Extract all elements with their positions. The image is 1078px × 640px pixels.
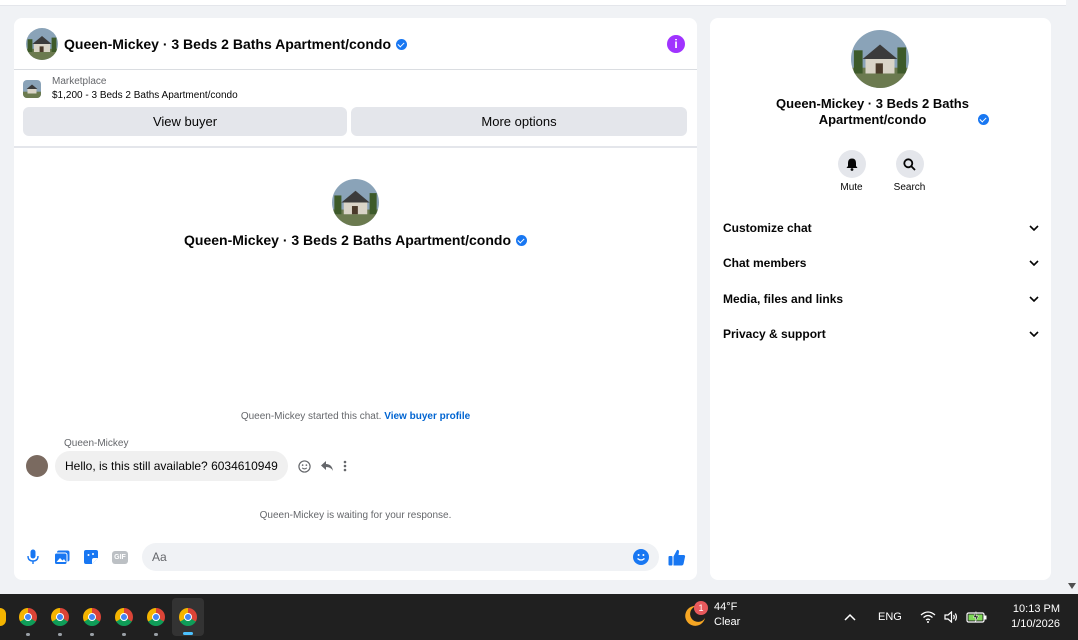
more-vertical-icon[interactable] — [343, 460, 347, 472]
chat-started-notice: Queen-Mickey started this chat. View buy… — [240, 411, 471, 422]
conversation-avatar[interactable] — [26, 27, 58, 60]
chrome-taskbar-icon[interactable] — [140, 594, 172, 640]
weather-desc: Clear — [714, 616, 741, 628]
thread-intro: Queen-Mickey · 3 Beds 2 Baths Apartment/… — [14, 179, 697, 248]
taskbar: 1 44°F Clear ENG 10:13 PM 1/10/2026 — [0, 594, 1078, 640]
listing-thumbnail[interactable] — [23, 79, 41, 98]
message-input[interactable] — [152, 550, 633, 564]
taskbar-apps — [0, 594, 204, 640]
details-title: Queen-Mickey · 3 Beds 2 Baths Apartment/… — [710, 96, 1051, 128]
wifi-icon[interactable] — [920, 611, 936, 623]
chevron-down-icon — [1029, 260, 1039, 267]
chrome-taskbar-icon-active[interactable] — [172, 598, 204, 636]
thumbs-up-icon[interactable] — [667, 547, 687, 567]
sender-avatar[interactable] — [26, 455, 48, 477]
view-buyer-button[interactable]: View buyer — [23, 107, 347, 136]
react-emoji-icon[interactable] — [298, 459, 311, 473]
chevron-down-icon — [1029, 225, 1039, 231]
sticker-icon[interactable] — [82, 548, 100, 566]
message-bubble[interactable]: Hello, is this still available? 60346109… — [55, 451, 288, 481]
menu-media-files-links[interactable]: Media, files and links — [710, 281, 1051, 317]
notification-badge: 1 — [694, 601, 708, 615]
partial-app-icon[interactable] — [0, 594, 12, 640]
verified-badge-icon — [396, 38, 407, 50]
chrome-taskbar-icon[interactable] — [44, 594, 76, 640]
house-photo-icon — [332, 179, 379, 226]
view-buyer-profile-link[interactable]: View buyer profile — [384, 411, 470, 422]
intro-title: Queen-Mickey · 3 Beds 2 Baths Apartment/… — [14, 232, 697, 248]
reply-icon[interactable] — [320, 460, 334, 472]
gif-icon[interactable]: GIF — [111, 548, 129, 566]
weather-temp: 44°F — [714, 601, 738, 613]
chevron-down-icon — [1029, 331, 1039, 338]
chrome-taskbar-icon[interactable] — [108, 594, 140, 640]
chat-header: Queen-Mickey · 3 Beds 2 Baths Apartment/… — [14, 18, 697, 70]
chrome-taskbar-icon[interactable] — [12, 594, 44, 640]
info-icon[interactable]: i — [667, 34, 685, 53]
system-tray: ENG — [844, 594, 988, 640]
composer: GIF — [14, 542, 697, 572]
conversation-title: Queen-Mickey · 3 Beds 2 Baths Apartment/… — [64, 36, 407, 52]
marketplace-label: Marketplace — [52, 76, 107, 87]
message-thread: Queen-Mickey · 3 Beds 2 Baths Apartment/… — [14, 148, 697, 528]
menu-chat-members[interactable]: Chat members — [710, 246, 1051, 282]
waiting-notice: Queen-Mickey is waiting for your respons… — [259, 510, 452, 521]
verified-badge-icon — [977, 114, 989, 125]
sender-name: Queen-Mickey — [64, 438, 129, 449]
details-menu: Customize chat Chat members Media, files… — [710, 210, 1051, 352]
chat-details-panel: Queen-Mickey · 3 Beds 2 Baths Apartment/… — [710, 18, 1051, 580]
house-photo-icon — [23, 79, 41, 98]
verified-badge-icon — [516, 235, 527, 246]
search-label: Search — [893, 182, 926, 193]
marketplace-banner: Marketplace $1,200 - 3 Beds 2 Baths Apar… — [14, 70, 697, 148]
details-actions: Mute Search — [710, 150, 1051, 193]
details-avatar[interactable] — [851, 30, 909, 88]
scroll-down-arrow-icon[interactable] — [1066, 580, 1078, 592]
chevron-up-icon[interactable] — [844, 613, 856, 621]
clock-date: 1/10/2026 — [1011, 618, 1060, 630]
clock[interactable]: 10:13 PM 1/10/2026 — [1011, 602, 1060, 632]
battery-charging-icon[interactable] — [966, 611, 988, 623]
chrome-taskbar-icon[interactable] — [76, 594, 108, 640]
bell-icon[interactable] — [837, 150, 866, 178]
photo-icon[interactable] — [53, 548, 71, 566]
volume-icon[interactable] — [944, 611, 958, 623]
listing-summary[interactable]: $1,200 - 3 Beds 2 Baths Apartment/condo — [52, 90, 238, 101]
mute-label: Mute — [840, 182, 863, 193]
microphone-icon[interactable] — [24, 548, 42, 566]
clock-time: 10:13 PM — [1012, 603, 1060, 615]
intro-avatar[interactable] — [332, 179, 379, 226]
weather-widget[interactable]: 1 44°F Clear — [682, 600, 740, 630]
emoji-icon[interactable] — [633, 549, 649, 565]
language-indicator[interactable]: ENG — [878, 611, 902, 623]
search-button[interactable]: Search — [893, 150, 926, 193]
chevron-down-icon — [1029, 296, 1039, 302]
search-icon[interactable] — [895, 150, 924, 178]
house-photo-icon — [851, 30, 909, 88]
house-photo-icon — [26, 27, 58, 60]
menu-customize-chat[interactable]: Customize chat — [710, 210, 1051, 246]
message-row: Hello, is this still available? 60346109… — [26, 451, 347, 481]
moon-icon: 1 — [682, 601, 708, 627]
more-options-button[interactable]: More options — [351, 107, 687, 136]
mute-button[interactable]: Mute — [837, 150, 867, 193]
chat-panel: Queen-Mickey · 3 Beds 2 Baths Apartment/… — [14, 18, 697, 580]
menu-privacy-support[interactable]: Privacy & support — [710, 317, 1051, 353]
message-input-box[interactable] — [142, 543, 659, 571]
